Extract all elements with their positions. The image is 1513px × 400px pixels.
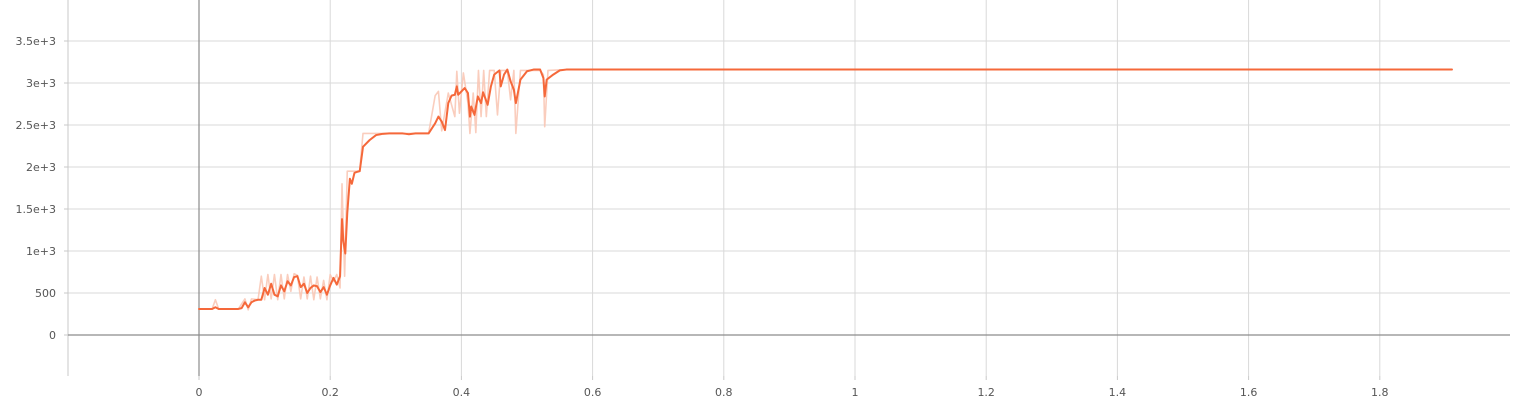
smoothed-series-line — [198, 68, 1453, 310]
x-tick-label: 1.8 — [1371, 386, 1389, 399]
line-chart: 0 500 1e+3 1.5e+3 2e+3 2.5e+3 3e+3 3.5e+3 0 0.2 0.… — [16, 0, 1510, 399]
x-tick-label: 0.2 — [321, 386, 339, 399]
y-tick-label: 0 — [49, 329, 56, 342]
y-tick-label: 3e+3 — [26, 77, 56, 90]
y-tick-label: 500 — [35, 287, 56, 300]
x-tick-label: 1.2 — [977, 386, 995, 399]
x-tick-label: 1.6 — [1240, 386, 1258, 399]
y-tick-label: 3.5e+3 — [16, 35, 56, 48]
y-tick-label: 2.5e+3 — [16, 119, 56, 132]
raw-series-line — [198, 68, 1453, 311]
tick-label-layer: 0 500 1e+3 1.5e+3 2e+3 2.5e+3 3e+3 3.5e+3 0 0.2 0.… — [16, 35, 1389, 399]
x-tick-label: 0.6 — [584, 386, 602, 399]
series-layer — [198, 68, 1453, 311]
y-tick-label: 1.5e+3 — [16, 203, 56, 216]
y-tick-label: 1e+3 — [26, 245, 56, 258]
x-tick-label: 0 — [196, 386, 203, 399]
x-tick-label: 1 — [852, 386, 859, 399]
x-tick-label: 0.4 — [453, 386, 471, 399]
chart-container: 0 500 1e+3 1.5e+3 2e+3 2.5e+3 3e+3 3.5e+3 0 0.2 0.… — [0, 0, 1513, 400]
x-tick-label: 0.8 — [715, 386, 733, 399]
axis-layer — [64, 0, 1510, 380]
x-tick-label: 1.4 — [1109, 386, 1127, 399]
y-tick-label: 2e+3 — [26, 161, 56, 174]
grid-layer — [68, 0, 1510, 376]
